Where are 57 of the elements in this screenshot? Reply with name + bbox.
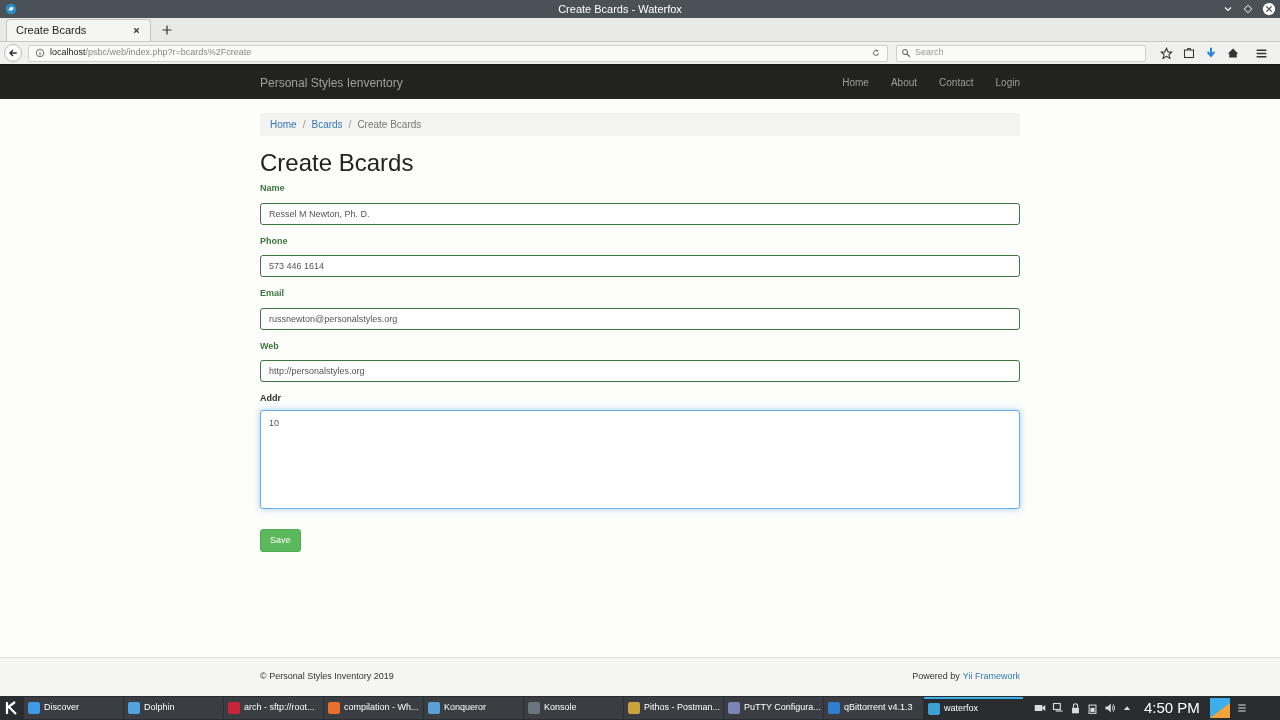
taskbar-item[interactable]: qBittorrent v4.1.3: [824, 697, 923, 719]
breadcrumb-separator: /: [348, 118, 352, 132]
desktop-preview-icon[interactable]: [1209, 698, 1230, 718]
info-icon[interactable]: [35, 48, 45, 58]
nav-link[interactable]: About: [890, 75, 918, 90]
text-input[interactable]: 573 446 1614: [260, 255, 1020, 277]
footer-copyright: © Personal Styles Inventory 2019: [260, 670, 395, 684]
app-icon: [4, 2, 18, 16]
field-label: Phone: [260, 234, 289, 248]
address-textarea[interactable]: 10: [260, 409, 1020, 509]
field-label: Email: [260, 287, 285, 300]
taskbar-item[interactable]: Konqueror: [424, 697, 523, 719]
browser-tab[interactable]: Create Bcards: [6, 19, 151, 41]
address-bar[interactable]: localhost/psbc/web/index.php?r=bcards%2Fcreate: [28, 44, 888, 62]
maximize-icon[interactable]: [1242, 3, 1254, 15]
close-icon[interactable]: [132, 26, 141, 35]
network-icon[interactable]: [1052, 702, 1064, 714]
footer-powered-by: Powered by: [912, 670, 960, 684]
volume-icon[interactable]: [1104, 702, 1116, 714]
taskbar-item[interactable]: compilation - Wh...: [324, 697, 423, 719]
search-icon: [901, 48, 911, 58]
field-label: Addr: [260, 392, 282, 405]
reload-icon[interactable]: [871, 48, 881, 58]
back-icon[interactable]: [4, 44, 22, 62]
home-icon[interactable]: [1227, 47, 1239, 59]
download-icon[interactable]: [1205, 47, 1217, 59]
text-input[interactable]: russnewton@personalstyles.org: [260, 307, 1020, 330]
nav-link[interactable]: Home: [842, 75, 869, 90]
site-brand-link[interactable]: Personal Styles Ienventory: [260, 73, 821, 92]
text-input[interactable]: Ressel M Newton, Ph. D.: [260, 202, 1020, 225]
taskbar-item[interactable]: Pithos - Postman...: [624, 697, 723, 719]
window-title: Create Bcards - Waterfox: [557, 1, 683, 17]
taskbar-item[interactable]: Discover: [24, 697, 123, 719]
breadcrumb-link[interactable]: Home: [270, 117, 297, 132]
url-text: localhost/psbc/web/index.php?r=bcards%2Fcreate: [50, 46, 253, 60]
breadcrumb-separator: /: [302, 118, 306, 132]
new-tab-icon[interactable]: [161, 24, 173, 36]
camera-icon[interactable]: [1034, 702, 1046, 714]
bookmark-star-icon[interactable]: [1160, 46, 1173, 60]
field-label: Name: [260, 182, 286, 195]
taskbar-item[interactable]: Konsole: [524, 697, 623, 719]
nav-link[interactable]: Login: [995, 75, 1020, 90]
search-input[interactable]: Search: [915, 46, 1141, 60]
field-label: Web: [260, 339, 280, 353]
breadcrumb-current: Create Bcards: [357, 118, 422, 132]
page-heading: Create Bcards: [260, 148, 415, 178]
text-input[interactable]: http://personalstyles.org: [260, 360, 1020, 382]
framework-link[interactable]: Yii Framework: [962, 670, 1020, 684]
close-icon[interactable]: [1262, 2, 1276, 16]
search-field[interactable]: Search: [896, 44, 1146, 62]
taskbar-item[interactable]: Dolphin: [124, 697, 223, 719]
clock[interactable]: 4:50 PM: [1144, 699, 1200, 717]
taskbar-item[interactable]: PuTTY Configura...: [724, 697, 823, 719]
lock-icon[interactable]: [1070, 702, 1081, 714]
taskbar-item[interactable]: arch - sftp://root...: [224, 697, 323, 719]
breadcrumb-link[interactable]: Bcards: [311, 117, 343, 132]
nav-link[interactable]: Contact: [939, 75, 974, 90]
